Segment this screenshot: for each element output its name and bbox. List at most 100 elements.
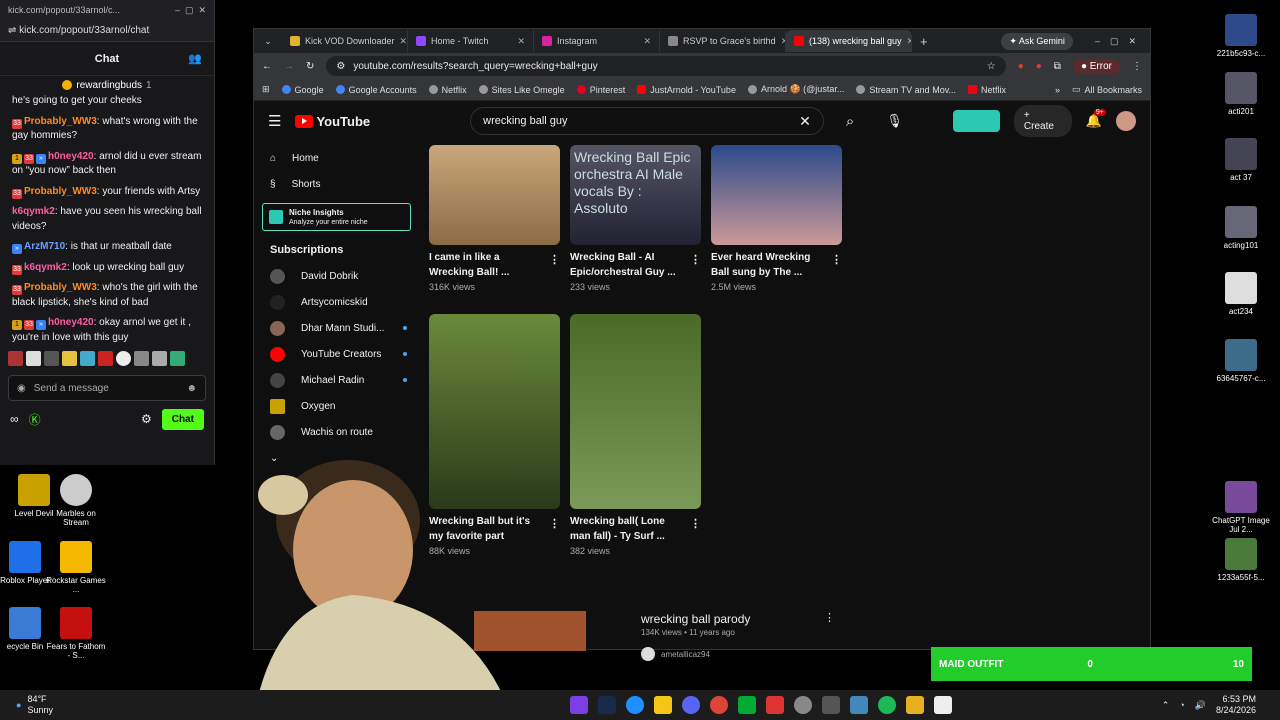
emote-icon[interactable]	[170, 351, 185, 366]
sidebar-item-subscription[interactable]: Dhar Mann Studi...	[254, 315, 419, 341]
hamburger-menu-icon[interactable]: ☰	[268, 112, 281, 130]
desktop-icon-fears-to-fathom[interactable]: Fears to Fathom - S...	[46, 607, 106, 660]
notes-icon[interactable]	[905, 696, 924, 714]
extensions-puzzle-icon[interactable]: ⧉	[1054, 61, 1061, 72]
sidebar-item-shorts[interactable]: § Shorts	[254, 171, 419, 197]
desktop-icon-image-1[interactable]: 221b5c93-c...	[1211, 14, 1271, 58]
emote-icon[interactable]	[26, 351, 41, 366]
close-icon[interactable]: ✕	[907, 36, 911, 47]
desktop-icon-marbles[interactable]: Marbles on Stream	[46, 474, 106, 527]
steam-icon[interactable]	[597, 696, 616, 714]
weather-widget[interactable]: ● 84°F Sunny	[0, 694, 53, 716]
capcut-icon[interactable]	[933, 696, 952, 714]
niche-insights-button[interactable]: Niche Insights Analyze your entire niche	[262, 203, 411, 231]
chat-username[interactable]: Probably_WW3	[24, 116, 97, 127]
more-options-icon[interactable]: ⋮	[690, 517, 701, 532]
chrome-icon[interactable]	[709, 696, 728, 714]
video-list-item[interactable]: wrecking ball parody 134K views • 11 yea…	[641, 612, 841, 661]
chat-username[interactable]: Probably_WW3	[24, 282, 97, 293]
chat-username[interactable]: Probably_WW3	[24, 186, 97, 197]
extension-icon[interactable]: ●	[1036, 61, 1042, 72]
desktop-icon-chatgpt-image[interactable]: ChatGPT Image Jul 2...	[1211, 481, 1271, 534]
emoji-icon[interactable]: ☻	[186, 383, 197, 394]
sidebar-item-subscription[interactable]: Artsycomicskid	[254, 289, 419, 315]
more-options-icon[interactable]: ⋮	[831, 253, 842, 268]
create-button[interactable]: + Create	[1013, 105, 1072, 137]
chevron-right-icon[interactable]: »	[1055, 85, 1060, 95]
reload-icon[interactable]: ↻	[306, 61, 314, 72]
sidebar-item-subscription[interactable]: YouTube Creators	[254, 341, 419, 367]
search-icon[interactable]: ⌕	[846, 113, 854, 130]
tab-youtube[interactable]: (138) wrecking ball guy ✕	[786, 30, 912, 52]
video-card[interactable]: Wrecking Ball Epic orchestra AI Male voc…	[570, 145, 701, 292]
video-card[interactable]: Ever heard Wrecking Ball sung by The ...…	[711, 145, 842, 292]
close-icon[interactable]: ✕	[517, 36, 525, 47]
sidebar-item-subscription[interactable]: Oxygen	[254, 393, 419, 419]
desktop-icon-acti201[interactable]: acti201	[1211, 72, 1271, 116]
chat-username[interactable]: k6qymk2	[24, 262, 67, 273]
chevron-up-icon[interactable]: ⌃	[1162, 700, 1170, 711]
bookmark-arnold[interactable]: Arnold 🍪 (@justar...	[747, 84, 844, 95]
clear-icon[interactable]: ✕	[799, 113, 811, 130]
subscriptions-header[interactable]: Subscriptions	[254, 237, 419, 263]
video-title[interactable]: Wrecking ball( Lone man fall) - Ty Surf …	[570, 515, 701, 544]
youtube-logo[interactable]: YouTube	[295, 114, 370, 129]
sidebar-item-home[interactable]: ⌂ Home	[254, 145, 419, 171]
emote-icon[interactable]	[98, 351, 113, 366]
close-icon[interactable]: ✕	[400, 36, 407, 47]
video-title[interactable]: wrecking ball parody	[641, 612, 841, 626]
tab-instagram[interactable]: Instagram ✕	[534, 30, 660, 52]
discord-icon[interactable]	[681, 696, 700, 714]
video-title[interactable]: Wrecking Ball - AI Epic/orchestral Guy .…	[570, 251, 701, 280]
extension-icon[interactable]: ●	[1018, 61, 1024, 72]
bookmark-google-accounts[interactable]: Google Accounts	[335, 85, 417, 95]
bookmark-pinterest[interactable]: Pinterest	[576, 85, 625, 95]
more-options-icon[interactable]: ⋮	[690, 253, 701, 268]
chat-username[interactable]: ArzM710	[24, 241, 65, 252]
desktop-icon-act234[interactable]: act234	[1211, 272, 1271, 316]
window-controls[interactable]: – ▢ ✕	[1095, 36, 1136, 47]
app-icon[interactable]	[821, 696, 840, 714]
emote-icon[interactable]	[44, 351, 59, 366]
video-thumbnail[interactable]	[570, 314, 701, 509]
apps-grid-icon[interactable]: ⊞	[262, 84, 270, 95]
chat-username[interactable]: k6qymk2	[12, 206, 55, 217]
bookmark-stream-tv[interactable]: Stream TV and Mov...	[856, 85, 956, 95]
infinity-icon[interactable]: ∞	[10, 412, 19, 426]
kick-icon[interactable]: Ⓚ	[29, 411, 41, 428]
emote-icon[interactable]	[80, 351, 95, 366]
emote-icon[interactable]	[62, 351, 77, 366]
emote-icon[interactable]	[116, 351, 131, 366]
niche-extension-icon[interactable]	[952, 110, 1000, 132]
spotify-icon[interactable]	[877, 696, 896, 714]
wifi-icon[interactable]: ◔	[1179, 700, 1184, 710]
bookmark-justarnold[interactable]: JustArnold - YouTube	[637, 85, 736, 95]
tab-twitch[interactable]: Home - Twitch ✕	[408, 30, 534, 52]
users-icon[interactable]: 👥	[188, 52, 202, 65]
ask-gemini-button[interactable]: ✦ Ask Gemini	[1001, 32, 1073, 50]
app-icon[interactable]	[569, 696, 588, 714]
edge-icon[interactable]	[625, 696, 644, 714]
profile-error-button[interactable]: ● Error	[1072, 58, 1120, 74]
video-thumbnail[interactable]	[429, 145, 560, 245]
chat-send-button[interactable]: Chat	[161, 408, 204, 430]
sidebar-item-subscription[interactable]: Wachis on route	[254, 419, 419, 445]
microphone-icon[interactable]: 🎙	[886, 113, 903, 129]
video-card[interactable]: Wrecking ball( Lone man fall) - Ty Surf …	[570, 314, 701, 556]
search-input[interactable]: wrecking ball guy ✕	[470, 107, 824, 135]
bookmark-omegle[interactable]: Sites Like Omegle	[478, 85, 565, 95]
pinned-gifter[interactable]: rewardingbuds 1	[0, 76, 214, 94]
more-options-icon[interactable]: ⋮	[549, 253, 560, 268]
chat-username[interactable]: h0ney420	[48, 317, 94, 328]
more-options-icon[interactable]: ⋮	[824, 611, 835, 624]
desktop-icon-image-2[interactable]: 63645767-c...	[1211, 339, 1271, 383]
account-avatar[interactable]	[1116, 111, 1136, 131]
video-card[interactable]: I came in like a Wrecking Ball! ... ⋮ 316…	[429, 145, 560, 292]
menu-kebab-icon[interactable]: ⋮	[1132, 61, 1142, 72]
bookmark-netflix-2[interactable]: Netflix	[968, 85, 1006, 95]
video-title[interactable]: I came in like a Wrecking Ball! ... ⋮	[429, 251, 560, 280]
back-icon[interactable]: ←	[262, 61, 272, 72]
sidebar-item-subscription[interactable]: Michael Radin	[254, 367, 419, 393]
chat-message-input[interactable]: ◉ Send a message ☻	[8, 375, 206, 401]
site-info-icon[interactable]: ⚙	[336, 61, 345, 72]
